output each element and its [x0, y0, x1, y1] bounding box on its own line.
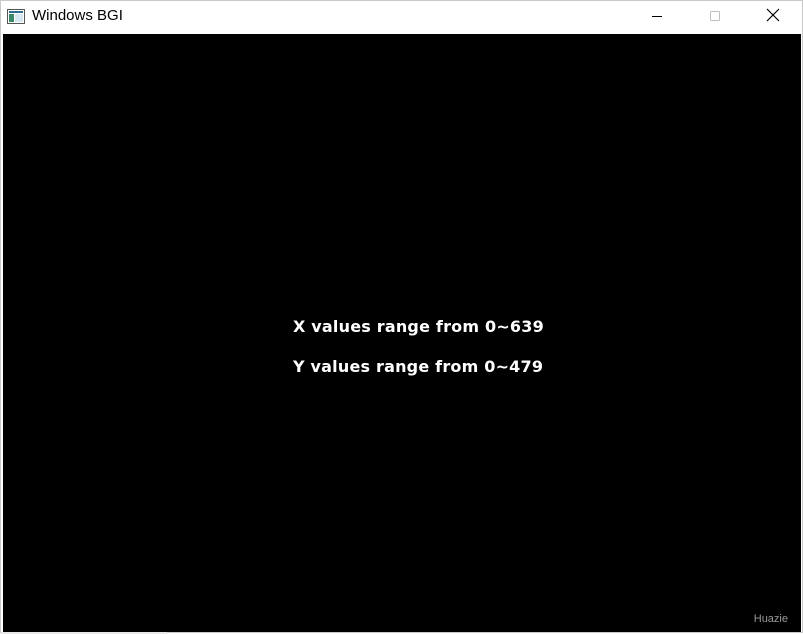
maximize-icon: [709, 9, 721, 27]
graphics-canvas[interactable]: X values range from 0~639 Y values range…: [3, 34, 801, 632]
close-button[interactable]: [744, 1, 802, 34]
maximize-button[interactable]: [686, 1, 744, 34]
x-range-text: X values range from 0~639: [293, 317, 544, 336]
title-bar[interactable]: Windows BGI: [1, 1, 802, 34]
bgi-window-icon[interactable]: [7, 9, 25, 24]
minimize-icon: [651, 9, 663, 27]
bgi-window: Windows BGI X values range from 0~639 Y …: [0, 0, 803, 634]
y-range-text: Y values range from 0~479: [293, 357, 544, 376]
watermark-text: Huazie: [753, 613, 788, 625]
close-icon: [766, 8, 780, 27]
window-title: Windows BGI: [32, 7, 123, 24]
minimize-button[interactable]: [628, 1, 686, 34]
